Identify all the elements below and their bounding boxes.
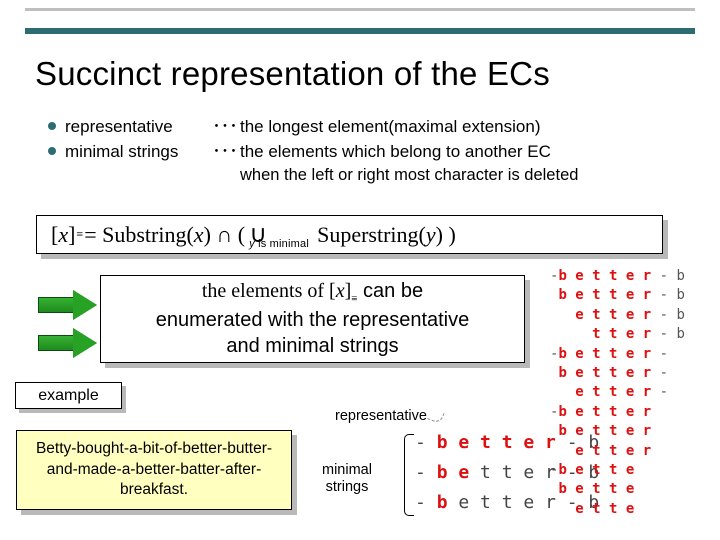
arrow-stem: [38, 335, 74, 351]
enum-l3: and minimal strings: [226, 335, 398, 357]
strings-word: strings: [326, 479, 369, 495]
bullet-minimal-strings: minimal strings ･･･ the elements which b…: [48, 140, 578, 165]
f-union-sub: y is minimal: [249, 238, 309, 250]
header-rule: [25, 8, 695, 34]
example-label-box: example: [15, 382, 125, 412]
bullet2-desc: the elements which belong to another EC: [240, 140, 551, 165]
enum-l2: enumerated with the representative: [156, 309, 470, 331]
bullet2-dots: ･･･: [210, 140, 240, 165]
slide-title: Succinct representation of the ECs: [35, 55, 550, 93]
f-tail1: Superstring(: [317, 222, 426, 248]
header-rule-grey: [25, 8, 695, 11]
minimal-bracket-icon: [404, 434, 414, 516]
bullet2-label: minimal strings: [65, 140, 210, 165]
enumerate-box: the elements of [x]≡ can be enumerated w…: [100, 275, 530, 367]
sentence-box: Betty-bought-a-bit-of-better-butter-and-…: [16, 430, 296, 514]
enum-l1b: x: [336, 280, 345, 302]
minimal-word: minimal: [322, 462, 372, 478]
example-label: example: [15, 382, 122, 409]
arrow-head: [73, 290, 97, 320]
f-x: x: [58, 222, 68, 248]
f-tail2: ) ): [436, 222, 456, 248]
slide-root: Succinct representation of the ECs repre…: [0, 0, 720, 540]
formula-content: [x]≡ = Substring( x ) ∩ ( ∪ y is minimal…: [36, 215, 663, 254]
bullet1-label: representative: [65, 115, 210, 140]
f-x2: x: [194, 222, 204, 248]
minimal-strings-label: minimal strings: [322, 462, 372, 495]
enum-l1a: the elements of [: [202, 280, 336, 302]
rep-pointer-dashed: [427, 408, 444, 424]
f-rb: ]: [68, 222, 75, 248]
green-arrow-2-icon: [38, 330, 98, 356]
enum-l1d: can be: [358, 280, 424, 302]
bullet-list: representative ･･･ the longest element(m…: [48, 115, 578, 188]
arrow-stem: [38, 297, 74, 313]
f-union-sub-txt: is minimal: [255, 238, 309, 250]
representative-label: representative: [335, 408, 427, 424]
enumerate-content: the elements of [x]≡ can be enumerated w…: [100, 275, 525, 363]
f-eq: = Substring(: [84, 222, 194, 248]
f-mid: ) ∩ (: [204, 222, 246, 248]
right-substring-ladder: -b e t t e r - b b e t t e r - b e t t e…: [550, 267, 720, 519]
bullet2-cont: when the left or right most character is…: [240, 164, 578, 188]
sentence-text: Betty-bought-a-bit-of-better-butter-and-…: [16, 430, 292, 510]
bullet1-desc: the longest element(maximal extension): [240, 115, 540, 140]
bullet1-dots: ･･･: [210, 115, 240, 140]
formula-box: [x]≡ = Substring( x ) ∩ ( ∪ y is minimal…: [36, 215, 668, 257]
bullet-representative: representative ･･･ the longest element(m…: [48, 115, 578, 140]
green-arrow-1-icon: [38, 292, 98, 318]
header-rule-teal: [25, 28, 695, 34]
f-sub-equiv: ≡: [75, 227, 84, 242]
f-union: ∪ y is minimal: [245, 220, 271, 249]
f-y: y: [426, 222, 436, 248]
arrow-head: [73, 328, 97, 358]
bullet-dot-icon: [48, 147, 56, 155]
bullet-dot-icon: [48, 122, 56, 130]
